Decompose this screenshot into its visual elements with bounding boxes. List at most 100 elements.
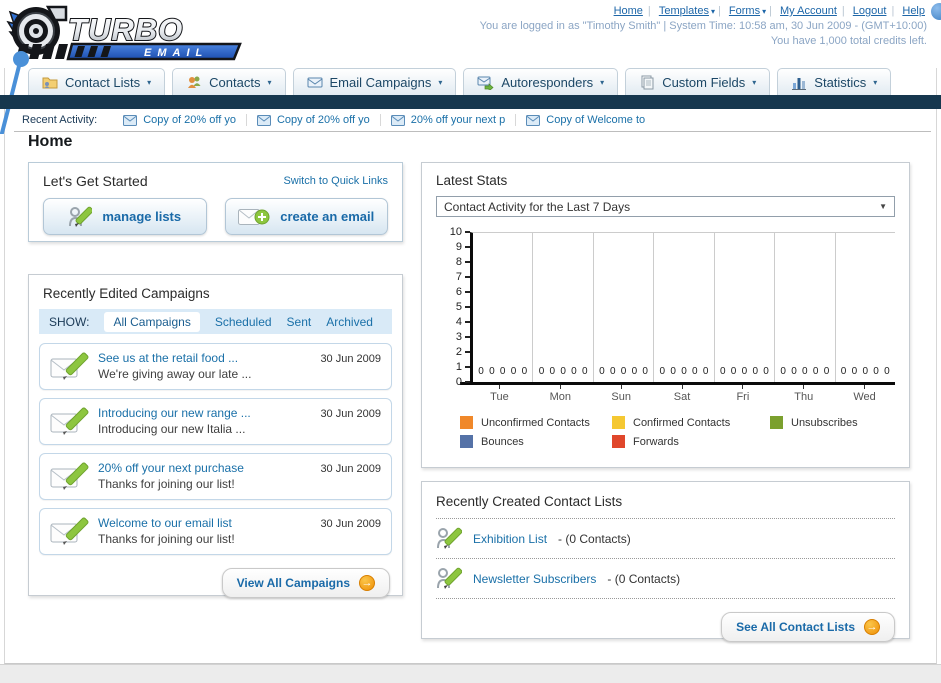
chart-day-column: 00000 (594, 233, 655, 382)
tab-statistics[interactable]: Statistics ▾ (777, 68, 892, 95)
chevron-down-icon: ▾ (710, 7, 715, 16)
chart-x-axis: Tue Mon Sun Sat Fri Thu Wed (469, 385, 895, 403)
contact-list-row: Exhibition List - (0 Contacts) (436, 519, 895, 559)
contact-lists-panel: Recently Created Contact Lists Exhibitio… (421, 481, 910, 642)
chevron-down-icon: ▾ (438, 77, 443, 87)
y-tick: 8 (456, 256, 470, 268)
chart-day-column: 00000 (775, 233, 836, 382)
chart-legend: Unconfirmed Contacts Confirmed Contacts Un… (460, 416, 895, 448)
legend-swatch-icon (460, 435, 473, 448)
chart-day-column: 00000 (654, 233, 715, 382)
recent-activity-item[interactable]: Copy of Welcome to (516, 114, 655, 126)
person-pencil-icon (69, 206, 93, 227)
y-tick: 2 (456, 346, 470, 358)
chevron-down-icon: ▾ (267, 77, 272, 87)
legend-swatch-icon (612, 435, 625, 448)
chart-plot: 00000000000000000000000000000000000 (470, 232, 895, 382)
chart-x-label: Thu (773, 385, 834, 403)
get-started-panel: Let's Get Started Switch to Quick Links … (28, 162, 403, 242)
switch-quick-links[interactable]: Switch to Quick Links (283, 175, 388, 187)
header-link-help[interactable]: Help (902, 5, 925, 17)
envelope-pencil-icon (50, 517, 89, 545)
chart-day-column: 00000 (533, 233, 594, 382)
latest-stats-title: Latest Stats (436, 173, 508, 188)
header-link-forms[interactable]: Forms (729, 5, 760, 17)
chevron-down-icon: ▾ (600, 77, 605, 87)
envelope-plus-icon (238, 208, 270, 225)
y-tick: 0 (456, 376, 470, 388)
header-nav-links: Home | Templates ▾ | Forms ▾ | My Account | Lo… (613, 5, 925, 17)
tab-contact-lists[interactable]: Contact Lists ▾ (28, 68, 166, 95)
turbo-email-logo[interactable]: TURBO EMAIL (6, 2, 246, 62)
create-email-button[interactable]: create an email (224, 198, 388, 235)
tab-email-campaigns[interactable]: Email Campaigns ▾ (292, 68, 457, 95)
recent-activity-item[interactable]: 20% off your next p (381, 114, 517, 126)
autoresponders-icon (477, 76, 494, 90)
chart-x-label: Mon (530, 385, 591, 403)
tab-custom-fields[interactable]: Custom Fields ▾ (625, 68, 771, 95)
statistics-icon (792, 77, 807, 90)
y-tick: 6 (456, 286, 470, 298)
filter-scheduled[interactable]: Scheduled (215, 315, 272, 329)
contact-list-link[interactable]: Exhibition List (473, 532, 547, 546)
manage-lists-button[interactable]: manage lists (43, 198, 207, 235)
credits-info: You have 1,000 total credits left. (770, 35, 927, 47)
recent-activity-bar: Recent Activity: Copy of 20% off yo Copy… (14, 109, 931, 132)
envelope-pencil-icon (50, 462, 89, 490)
header-link-logout[interactable]: Logout (853, 5, 887, 17)
chart-x-label: Sat (652, 385, 713, 403)
filter-sent[interactable]: Sent (287, 315, 312, 329)
view-all-campaigns-button[interactable]: View All Campaigns → (221, 568, 390, 598)
person-pencil-icon (437, 527, 462, 549)
see-all-contact-lists-button[interactable]: See All Contact Lists → (721, 612, 895, 642)
email-campaigns-icon (307, 77, 322, 88)
filter-archived[interactable]: Archived (326, 315, 373, 329)
campaign-row: Welcome to our email list Thanks for joi… (39, 508, 392, 555)
y-tick: 3 (456, 331, 470, 343)
header: TURBO EMAIL Home | Templates ▾ | Forms ▾ | My… (0, 0, 941, 68)
arrow-right-icon: → (359, 575, 375, 591)
tab-contacts[interactable]: Contacts ▾ (172, 68, 286, 95)
chevron-down-icon: ▾ (873, 77, 878, 87)
campaign-row: Introducing our new range ... Introducin… (39, 398, 392, 445)
chevron-down-icon: ▾ (147, 77, 152, 87)
campaign-date: 30 Jun 2009 (320, 353, 381, 365)
legend-item: Forwards (612, 435, 770, 448)
stats-report-select[interactable]: Contact Activity for the Last 7 Days ▼ (436, 196, 895, 217)
chart-x-label: Tue (469, 385, 530, 403)
chevron-down-icon: ▼ (879, 202, 887, 211)
latest-stats-panel: Latest Stats Contact Activity for the La… (421, 162, 910, 468)
legend-item: Confirmed Contacts (612, 416, 770, 429)
header-link-templates[interactable]: Templates (659, 5, 709, 17)
contact-lists-icon (42, 77, 58, 89)
page-title: Home (28, 133, 73, 150)
legend-swatch-icon (612, 416, 625, 429)
person-pencil-icon (437, 567, 462, 589)
legend-item: Bounces (460, 435, 612, 448)
arrow-right-icon: → (864, 619, 880, 635)
legend-item: Unconfirmed Contacts (460, 416, 612, 429)
campaigns-title: Recently Edited Campaigns (43, 286, 210, 301)
campaigns-filter-bar: SHOW: All Campaigns Scheduled Sent Archi… (39, 309, 392, 334)
chart-y-axis: 0 1 2 3 4 5 6 7 8 9 10 (440, 226, 470, 388)
legend-item: Unsubscribes (770, 416, 920, 429)
decor-ball-icon (931, 3, 941, 20)
main-navigation: Contact Lists ▾ Contacts ▾ Email Campaigns… (0, 68, 941, 95)
y-tick: 5 (456, 301, 470, 313)
header-link-home[interactable]: Home (614, 5, 643, 17)
envelope-icon (390, 114, 405, 126)
campaign-subtitle: Thanks for joining our list! (98, 477, 235, 491)
contact-list-link[interactable]: Newsletter Subscribers (473, 572, 596, 586)
recent-activity-item[interactable]: Copy of 20% off yo (113, 114, 247, 126)
y-tick: 7 (456, 271, 470, 283)
filter-all-campaigns[interactable]: All Campaigns (104, 311, 200, 332)
envelope-pencil-icon (50, 352, 89, 380)
tab-autoresponders[interactable]: Autoresponders ▾ (463, 68, 619, 95)
contact-list-count: - (0 Contacts) (558, 531, 631, 546)
recent-activity-item[interactable]: Copy of 20% off yo (247, 114, 381, 126)
login-info: You are logged in as "Timothy Smith" | S… (479, 20, 927, 32)
header-link-my-account[interactable]: My Account (780, 5, 837, 17)
chevron-down-icon: ▾ (752, 77, 757, 87)
main-content: Home Let's Get Started Switch to Quick L… (0, 132, 941, 664)
y-tick: 9 (456, 241, 470, 253)
